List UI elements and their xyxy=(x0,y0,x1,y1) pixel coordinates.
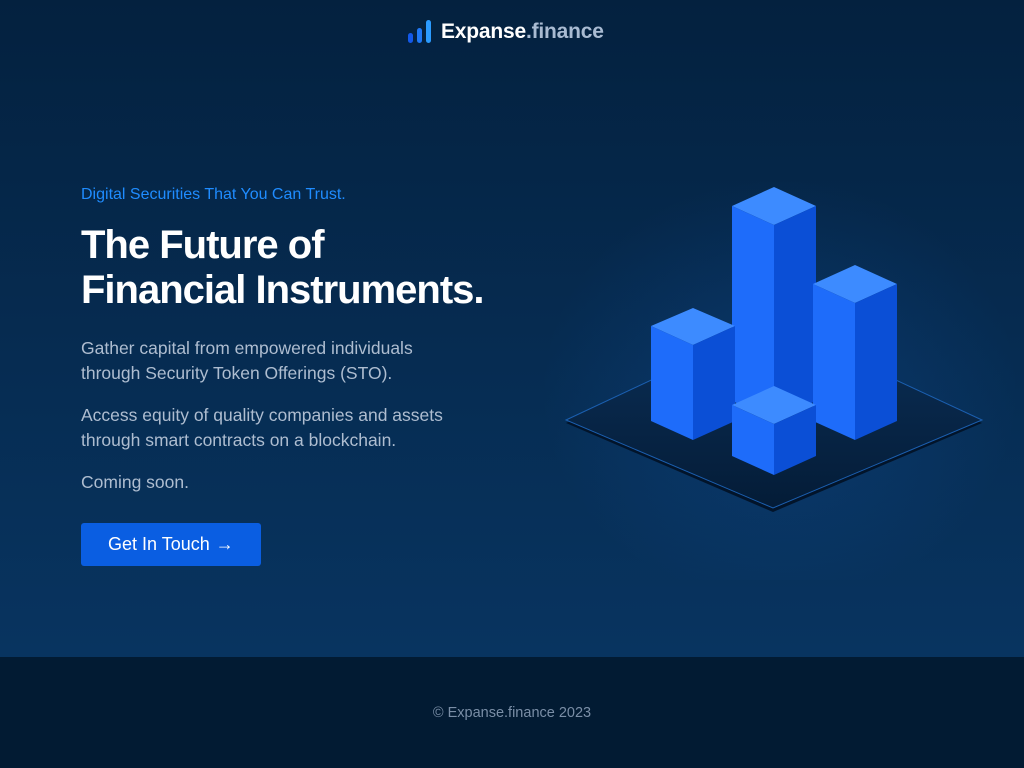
arrow-right-icon: → xyxy=(215,534,234,554)
hero-content: Digital Securities That You Can Trust. T… xyxy=(81,184,551,566)
get-in-touch-label: Get In Touch xyxy=(108,534,210,554)
chart-bar-front xyxy=(732,386,816,475)
coming-soon-text: Coming soon. xyxy=(81,472,189,492)
isometric-bar-chart-icon xyxy=(564,187,984,512)
copyright-text: © Expanse.finance 2023 xyxy=(432,704,592,721)
chart-bar-right xyxy=(813,265,897,440)
get-in-touch-button[interactable]: Get In Touch → xyxy=(81,523,261,566)
headline: The Future of Financial Instruments. xyxy=(81,223,485,312)
chart-bar-left xyxy=(651,308,735,440)
brand-name: Expanse.finance xyxy=(441,21,604,42)
bar-chart-icon xyxy=(408,20,431,43)
chart-bar-tall xyxy=(732,187,816,420)
tagline: Digital Securities That You Can Trust. xyxy=(81,186,346,203)
description-equity: Access equity of quality companies and a… xyxy=(81,405,443,450)
brand-name-primary: Expanse xyxy=(441,19,526,43)
brand-name-secondary: .finance xyxy=(525,19,604,43)
brand-logo[interactable]: Expanse.finance xyxy=(407,17,604,45)
hero-section: Expanse.finance Digital Securities That … xyxy=(0,0,1024,657)
footer: © Expanse.finance 2023 xyxy=(0,657,1024,768)
description-sto: Gather capital from empowered individual… xyxy=(81,338,413,383)
